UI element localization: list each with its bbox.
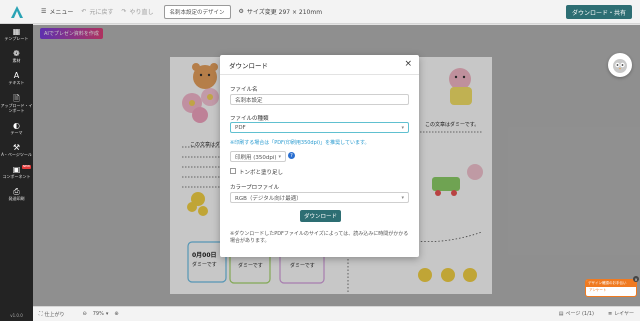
survey-promo[interactable]: デザイン確認のお手伝い アンケート × [585,276,639,297]
new-badge: NEW [21,164,31,169]
page-button[interactable]: ▤ ページ (1/1) [558,310,594,318]
crop-marks-checkbox[interactable] [230,168,236,174]
page-icon: ▤ [558,310,564,317]
chevron-down-icon: ▾ [401,195,404,201]
crop-marks-label: トンボと塗り足し [239,170,284,176]
owl-icon [613,59,627,73]
file-type-select[interactable]: PDF ▾ [230,122,409,133]
zoom-out-icon: ⊖ [82,311,87,317]
printer-icon: ⎙ [13,187,20,197]
components-icon: ▣ [12,165,21,175]
quality-select[interactable]: 印刷用 (350dpi) ▾ [230,151,286,162]
promo-title: デザイン確認のお手伝い [586,280,636,287]
undo-icon: ↶ [81,8,87,15]
sidebar-item-tools[interactable]: ⚒ A・ページツール [0,140,33,162]
layer-button[interactable]: ≣ レイヤー [607,310,634,318]
print-recommend-note: ※印刷する場合は「PDF(印刷用350dpi)」を推奨しています。 [230,140,370,146]
top-toolbar: ☰ メニュー ↶ 元に戻す ↷ やり直し 名刺本設定のデザイン ⚙ サイズ変更 … [0,0,640,24]
chevron-down-icon: ▾ [401,125,404,131]
help-icon[interactable]: ? [288,152,295,159]
zoom-in-icon: ⊕ [114,311,119,317]
zoom-level[interactable]: 79% ▾ [93,311,109,317]
menu-button[interactable]: ☰ メニュー [41,7,73,16]
upload-icon: 🗎 [13,93,20,103]
promo-body: アンケート [589,288,607,292]
left-sidebar: ▦ テンプレート ❁ 素材 A テキスト 🗎 アップロード・インポート ◐ テー… [0,24,33,321]
sidebar-item-text[interactable]: A テキスト [0,68,33,90]
dialog-title: ダウンロード [229,61,268,70]
resize-button[interactable]: ⚙ サイズ変更 297 × 210mm [239,7,323,16]
download-button[interactable]: ダウンロード [300,210,341,222]
close-icon[interactable]: × [633,276,639,282]
gear-icon: ⚙ [238,8,244,15]
fit-icon: ⛶ [39,311,43,317]
color-profile-select[interactable]: RGB（デジタル向け最適） ▾ [230,192,409,203]
shapes-icon: ❁ [13,49,20,59]
file-name-input[interactable]: 名刺本設定 [230,94,409,105]
color-profile-label: カラープロファイル [230,185,280,191]
sidebar-item-templates[interactable]: ▦ テンプレート [0,24,33,46]
close-icon[interactable]: × [404,59,412,69]
zoom-out-button[interactable]: ⊖ [83,311,87,317]
app-logo[interactable] [0,0,33,24]
grid-icon: ▦ [12,27,21,37]
redo-icon: ↷ [121,8,127,15]
download-footer-note: ※ダウンロードしたPDFファイルのサイズによっては、読み込みに時間がかかる場合が… [230,231,409,244]
assistant-avatar[interactable] [608,53,632,77]
palette-icon: ◐ [13,121,20,131]
redo-button[interactable]: ↷ やり直し [121,7,153,16]
file-type-label: ファイルの種類 [230,116,269,122]
sidebar-item-print[interactable]: ⎙ 発送印刷 [0,184,33,206]
sidebar-item-theme[interactable]: ◐ テーマ [0,118,33,140]
chevron-down-icon: ▾ [105,311,109,317]
sidebar-item-materials[interactable]: ❁ 素材 [0,46,33,68]
sidebar-item-upload[interactable]: 🗎 アップロード・インポート [0,90,33,118]
fit-button[interactable]: ⛶ 仕上がり [39,311,65,318]
text-icon: A [13,71,20,81]
download-dialog: ダウンロード × ファイル名 名刺本設定 ファイルの種類 PDF ▾ ※印刷する… [220,55,419,257]
file-name-label: ファイル名 [230,87,258,93]
sidebar-item-components[interactable]: NEW ▣ コンポーネント [0,162,33,184]
dialog-header: ダウンロード × [220,55,419,75]
version-label: v1.0.0 [10,313,23,318]
download-share-button[interactable]: ダウンロード・共有 [565,5,632,19]
bottom-toolbar: ⛶ 仕上がり ⊖ 79% ▾ ⊕ ▤ ページ (1/1) ≣ レイヤー [33,306,640,321]
hamburger-icon: ☰ [41,8,47,15]
chevron-down-icon: ▾ [278,154,281,160]
tools-icon: ⚒ [12,143,21,153]
logo-icon [10,5,23,18]
zoom-in-button[interactable]: ⊕ [114,311,118,317]
undo-button[interactable]: ↶ 元に戻す [81,7,113,16]
layers-icon: ≣ [607,310,613,317]
design-name-button[interactable]: 名刺本設定のデザイン [163,4,231,19]
